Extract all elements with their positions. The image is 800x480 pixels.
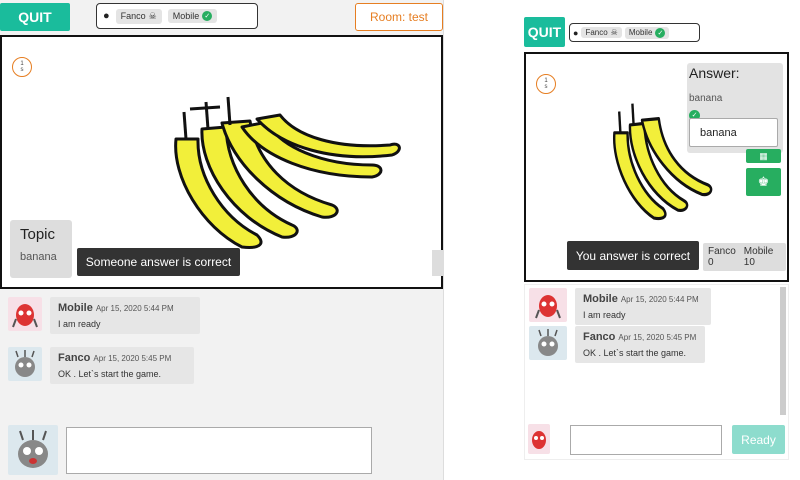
gray-monster-icon <box>538 329 558 356</box>
red-monster-icon <box>532 431 546 449</box>
calculator-icon: ▦ <box>759 150 768 161</box>
room-button[interactable]: Room: test <box>355 3 443 31</box>
player-name: Fanco <box>120 11 146 21</box>
player-name: Mobile <box>628 28 653 37</box>
score-name: Fanco <box>708 246 736 257</box>
ghost-icon: ☠ <box>610 28 618 37</box>
ghost-icon: ☠ <box>148 10 157 21</box>
answer-text: banana <box>689 93 723 104</box>
ready-button[interactable]: Ready <box>732 425 785 454</box>
quit-button[interactable]: QUIT <box>0 3 70 31</box>
chat-panel: Mobile Apr 15, 2020 5:44 PM I am ready Fa… <box>524 284 789 460</box>
message-author: Mobile <box>58 302 93 314</box>
player-chip-fanco: Fanco ☠ <box>115 8 162 24</box>
score-col-mobile: Mobile 10 <box>744 246 773 268</box>
drawing-canvas[interactable]: 1 s Topic banana Someone answer is corre… <box>0 35 443 289</box>
player-chip-mobile: Mobile ✓ <box>624 26 670 39</box>
score-value: 10 <box>743 257 755 268</box>
correct-toast: Someone answer is correct <box>77 248 240 276</box>
topic-value: banana <box>20 251 57 263</box>
message-text: OK . Let`s start the game. <box>583 348 687 358</box>
chat-input[interactable] <box>570 425 722 455</box>
timer-unit: s <box>544 84 548 90</box>
scoreboard: Fanco 0 Mobile 10 <box>703 243 786 271</box>
message-date: Apr 15, 2020 5:44 PM <box>95 304 174 313</box>
my-avatar <box>528 424 550 454</box>
score-col-fanco: Fanco 0 <box>708 246 736 268</box>
answer-title: Answer: <box>689 65 740 81</box>
my-avatar <box>8 425 58 475</box>
quit-button[interactable]: QUIT <box>524 17 565 47</box>
timer: 1 s <box>536 74 556 94</box>
message-bubble: Mobile Apr 15, 2020 5:44 PM I am ready <box>575 288 711 325</box>
player-chip-mobile: Mobile ✓ <box>167 9 218 23</box>
chat-message: Fanco Apr 15, 2020 5:45 PM OK . Let`s sta… <box>529 326 705 363</box>
avatar <box>8 297 42 331</box>
avatar <box>529 288 567 322</box>
leaderboard-button[interactable]: ▦ <box>746 149 781 163</box>
chat-message: Fanco Apr 15, 2020 5:45 PM OK . Let`s sta… <box>8 347 194 384</box>
message-author: Mobile <box>583 293 618 305</box>
red-monster-icon <box>535 295 561 319</box>
banana-drawing <box>174 96 401 249</box>
score-name: Mobile <box>743 246 774 257</box>
check-icon: ✓ <box>202 11 213 21</box>
message-bubble: Fanco Apr 15, 2020 5:45 PM OK . Let`s sta… <box>50 347 194 384</box>
message-date: Apr 15, 2020 5:45 PM <box>618 333 697 342</box>
chat-input[interactable] <box>66 427 372 474</box>
right-game-window: QUIT ● Fanco ☠ Mobile ✓ 1 s Answer: banana… <box>443 0 800 480</box>
user-icon: ● <box>573 27 579 38</box>
gray-monster-icon <box>15 350 35 377</box>
message-date: Apr 15, 2020 5:44 PM <box>620 295 699 304</box>
gray-monster-icon <box>18 430 48 468</box>
answer-input[interactable]: banana <box>689 118 778 147</box>
message-bubble: Mobile Apr 15, 2020 5:44 PM I am ready <box>50 297 200 334</box>
topic-card: Topic banana <box>10 220 72 278</box>
topic-title: Topic <box>20 226 56 243</box>
side-tool-edge[interactable] <box>432 250 443 276</box>
player-name: Fanco <box>585 28 608 37</box>
message-text: I am ready <box>58 319 101 329</box>
red-monster-icon <box>12 304 38 328</box>
message-text: OK . Let`s start the game. <box>58 369 162 379</box>
timer: 1 s <box>12 57 32 77</box>
trophy-icon: ♚ <box>757 174 770 189</box>
players-bar: ● Fanco ☠ Mobile ✓ <box>569 23 700 42</box>
message-text: I am ready <box>583 310 626 320</box>
chat-message: Mobile Apr 15, 2020 5:44 PM I am ready <box>8 297 200 334</box>
timer-unit: s <box>20 67 24 73</box>
correct-toast: You answer is correct <box>567 241 699 270</box>
message-author: Fanco <box>583 331 616 343</box>
user-icon: ● <box>103 10 110 22</box>
chat-scrollbar[interactable] <box>780 287 786 415</box>
player-chip-fanco: Fanco ☠ <box>581 27 622 38</box>
message-date: Apr 15, 2020 5:45 PM <box>93 354 172 363</box>
player-name: Mobile <box>172 11 200 21</box>
avatar <box>529 326 567 360</box>
avatar <box>8 347 42 381</box>
score-value: 0 <box>708 257 714 268</box>
check-icon: ✓ <box>655 27 666 38</box>
message-author: Fanco <box>58 352 91 364</box>
players-bar: ● Fanco ☠ Mobile ✓ <box>96 3 258 29</box>
message-bubble: Fanco Apr 15, 2020 5:45 PM OK . Let`s sta… <box>575 326 705 363</box>
trophy-button[interactable]: ♚ <box>746 168 781 196</box>
drawing-canvas[interactable]: 1 s Answer: banana ✓ banana ▦ ♚ You answ… <box>524 52 789 282</box>
chat-message: Mobile Apr 15, 2020 5:44 PM I am ready <box>529 288 711 325</box>
left-game-window: QUIT ● Fanco ☠ Mobile ✓ Room: test 1 s Top… <box>0 0 443 480</box>
